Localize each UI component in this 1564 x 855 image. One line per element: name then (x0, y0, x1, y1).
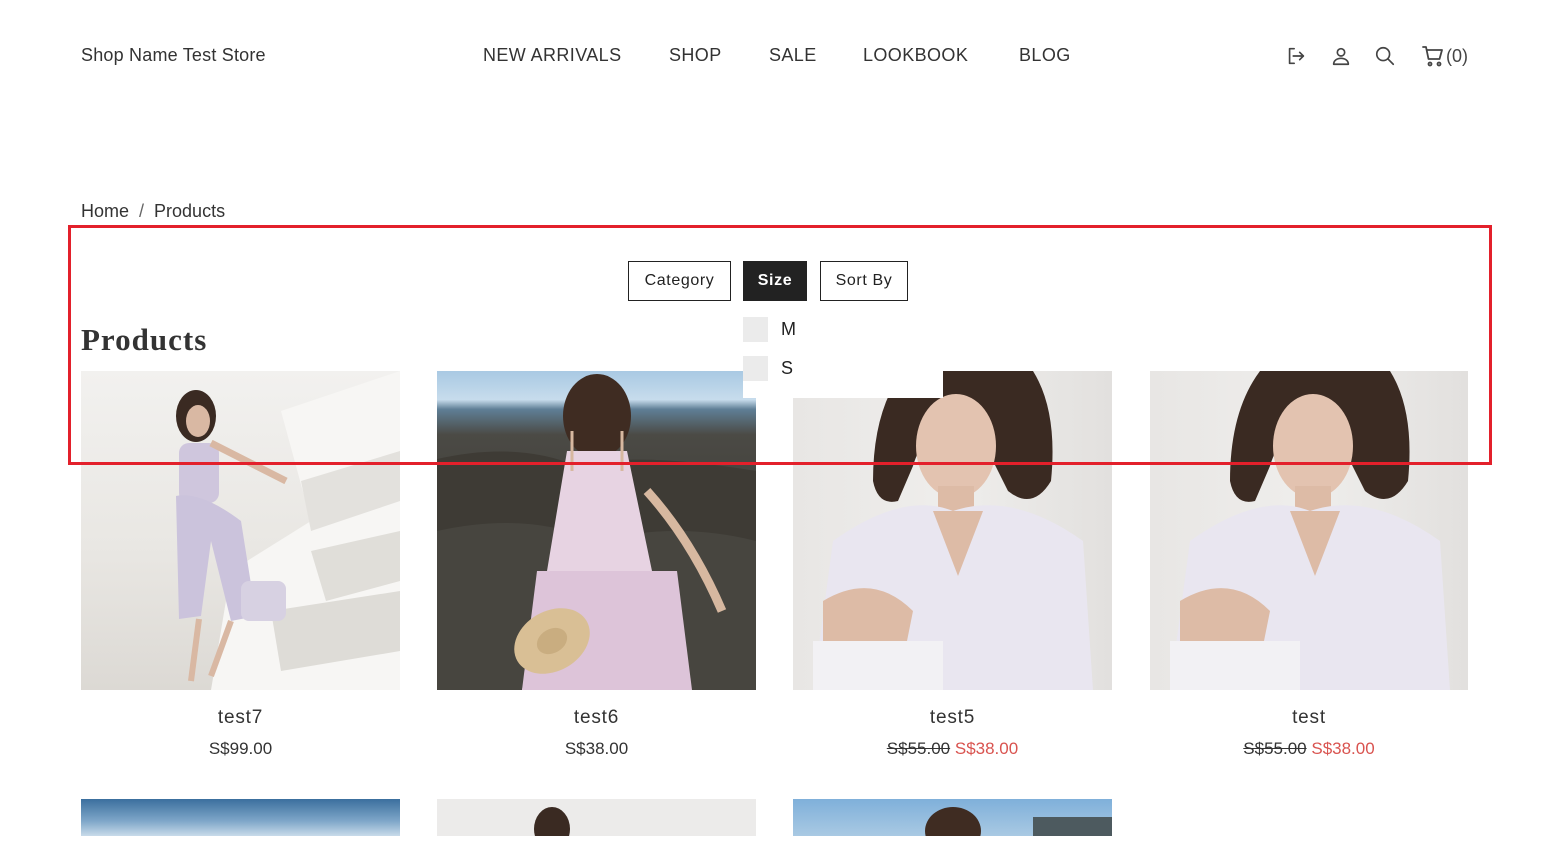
product-name[interactable]: test5 (793, 707, 1112, 729)
cart-button[interactable]: (0) (1421, 44, 1468, 68)
product-sale-price: S$38.00 (954, 739, 1019, 758)
product-sale-price: S$38.00 (1311, 739, 1375, 758)
site-header: Shop Name Test Store NEW ARRIVALS SHOP S… (0, 0, 1564, 112)
product-card[interactable]: test7 S$99.00 (81, 371, 400, 759)
cart-icon (1422, 46, 1443, 67)
product-price-row: S$38.00 (437, 739, 756, 759)
product-image[interactable] (793, 371, 1112, 690)
size-filter-button[interactable]: Size (743, 261, 807, 301)
size-checkbox-m[interactable] (743, 317, 768, 342)
breadcrumb-current: Products (154, 201, 226, 221)
size-option-m[interactable]: M (743, 317, 796, 342)
product-card[interactable]: test S$55.00 S$38.00 (1150, 371, 1468, 759)
product-original-price: S$55.00 (1243, 739, 1307, 758)
nav-sale[interactable]: SALE (769, 45, 817, 66)
breadcrumb-home[interactable]: Home (81, 201, 129, 222)
sort-by-button[interactable]: Sort By (820, 261, 908, 301)
product-name[interactable]: test6 (437, 707, 756, 729)
product-card[interactable]: test6 S$38.00 (437, 371, 756, 759)
nav-new-arrivals[interactable]: NEW ARRIVALS (483, 45, 622, 66)
product-price-row: S$55.00 S$38.00 (793, 739, 1112, 759)
product-price-row: S$55.00 S$38.00 (1150, 739, 1468, 759)
product-price: S$99.00 (208, 739, 273, 758)
product-card[interactable]: test5 S$55.00 S$38.00 (793, 371, 1112, 759)
search-icon[interactable] (1373, 44, 1397, 68)
product-original-price: S$55.00 (886, 739, 951, 758)
breadcrumb-separator: / (139, 201, 145, 221)
cart-count: (0) (1446, 45, 1468, 66)
product-image[interactable] (1150, 371, 1468, 690)
product-image[interactable] (437, 799, 756, 836)
product-name[interactable]: test (1150, 707, 1468, 729)
page-title: Products (81, 322, 208, 357)
product-image[interactable] (793, 799, 1112, 836)
nav-lookbook[interactable]: LOOKBOOK (863, 45, 968, 66)
store-name-link[interactable]: Shop Name Test Store (81, 45, 266, 66)
nav-shop[interactable]: SHOP (669, 45, 722, 66)
product-price-row: S$99.00 (81, 739, 400, 759)
size-dropdown: M S (743, 310, 943, 398)
user-icon[interactable] (1329, 44, 1353, 68)
breadcrumb: Home / Products (81, 201, 225, 222)
size-option-label: S (781, 358, 794, 378)
size-option-s[interactable]: S (743, 356, 793, 381)
category-filter-button[interactable]: Category (628, 261, 731, 301)
product-image[interactable] (81, 799, 400, 836)
product-image[interactable] (437, 371, 756, 690)
product-name[interactable]: test7 (81, 707, 400, 729)
logout-icon[interactable] (1284, 44, 1308, 68)
product-price: S$38.00 (564, 739, 629, 758)
nav-blog[interactable]: BLOG (1019, 45, 1071, 66)
product-image[interactable] (81, 371, 400, 690)
size-checkbox-s[interactable] (743, 356, 768, 381)
size-option-label: M (781, 319, 796, 339)
